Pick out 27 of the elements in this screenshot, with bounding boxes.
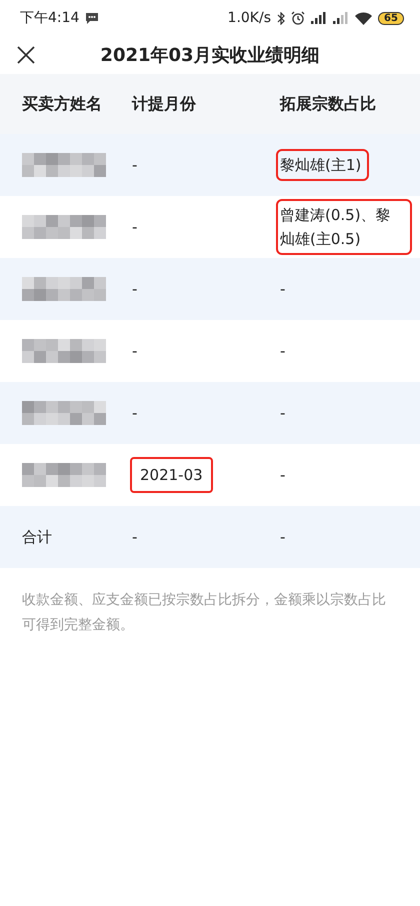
wifi-icon <box>355 12 372 24</box>
alarm-icon <box>291 11 305 25</box>
table-cell: - <box>280 342 286 360</box>
signal-icon <box>333 12 349 24</box>
table-cell: - <box>132 342 138 360</box>
table-cell: - <box>132 218 138 236</box>
bluetooth-icon <box>277 12 285 24</box>
table-cell: - <box>132 528 138 546</box>
table-cell: - <box>280 466 286 484</box>
total-label: 合计 <box>22 528 52 546</box>
table-cell: - <box>280 404 286 422</box>
status-time: 下午4:14 <box>20 9 80 27</box>
table-cell: - <box>132 280 138 298</box>
column-header: 计提月份 <box>132 94 196 112</box>
table-cell: - <box>280 528 286 546</box>
column-header: 拓展宗数占比 <box>280 94 376 112</box>
page-title: 2021年03月实收业绩明细 <box>100 45 320 66</box>
battery-level: 65 <box>378 12 404 24</box>
network-speed: 1.0K/s <box>228 10 271 26</box>
message-icon <box>85 12 100 24</box>
note-text: 收款金额、应支金额已按宗数占比拆分，金额乘以宗数占比可得到完整金额。 <box>21 591 387 635</box>
table-cell: 2021-03 <box>132 459 211 491</box>
column-header: 买卖方姓名 <box>22 94 102 112</box>
table-cell: - <box>280 280 286 298</box>
table-cell: - <box>132 404 138 422</box>
signal-icon <box>311 12 327 24</box>
table-cell: - <box>132 156 138 174</box>
